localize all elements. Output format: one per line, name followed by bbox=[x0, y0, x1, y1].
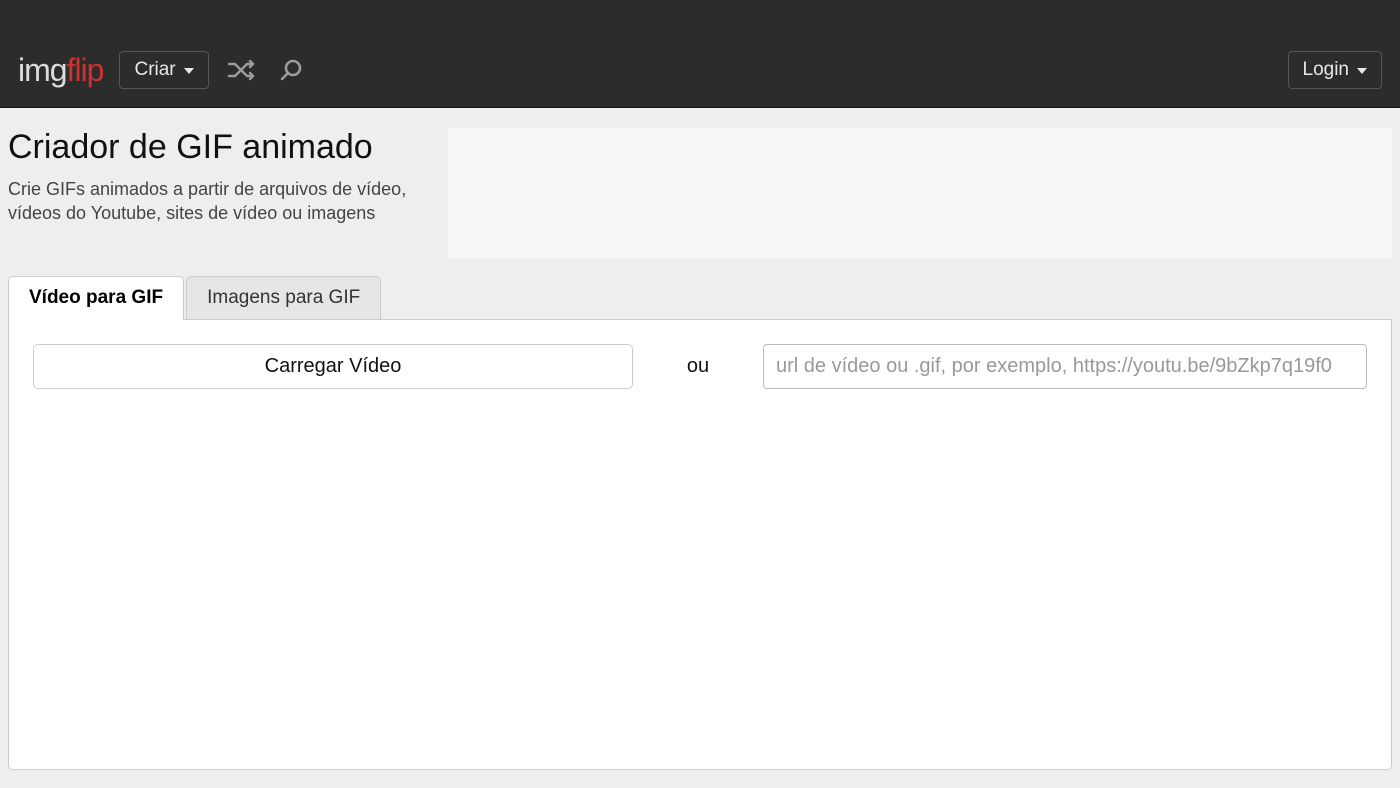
caret-down-icon bbox=[184, 68, 194, 74]
ad-placeholder bbox=[448, 128, 1392, 258]
title-text-block: Criador de GIF animado Crie GIFs animado… bbox=[8, 128, 428, 258]
search-icon[interactable] bbox=[275, 54, 307, 86]
tool-container: Vídeo para GIF Imagens para GIF Carregar… bbox=[8, 276, 1392, 770]
top-nav: imgflip Criar Login bbox=[0, 0, 1400, 108]
tab-bar: Vídeo para GIF Imagens para GIF bbox=[8, 276, 1392, 320]
upload-row: Carregar Vídeo ou bbox=[33, 344, 1367, 389]
shuffle-icon[interactable] bbox=[223, 55, 261, 85]
or-separator: ou bbox=[633, 355, 763, 378]
page-subtitle: Crie GIFs animados a partir de arquivos … bbox=[8, 177, 428, 226]
tab-panel: Carregar Vídeo ou bbox=[8, 320, 1392, 770]
create-button-label: Criar bbox=[134, 59, 175, 81]
tab-label: Imagens para GIF bbox=[207, 287, 360, 308]
caret-down-icon bbox=[1357, 68, 1367, 74]
page-title: Criador de GIF animado bbox=[8, 128, 428, 167]
title-region: Criador de GIF animado Crie GIFs animado… bbox=[0, 108, 1400, 258]
video-url-input[interactable] bbox=[763, 344, 1367, 389]
logo-text-img: img bbox=[18, 52, 67, 89]
nav-left-group: imgflip Criar bbox=[18, 51, 307, 89]
upload-video-button[interactable]: Carregar Vídeo bbox=[33, 344, 633, 389]
tab-video-to-gif[interactable]: Vídeo para GIF bbox=[8, 276, 184, 319]
create-button[interactable]: Criar bbox=[119, 51, 208, 89]
site-logo[interactable]: imgflip bbox=[18, 52, 103, 89]
tab-label: Vídeo para GIF bbox=[29, 287, 163, 308]
login-button-label: Login bbox=[1303, 59, 1350, 81]
login-button[interactable]: Login bbox=[1288, 51, 1383, 89]
logo-text-flip: flip bbox=[67, 52, 104, 89]
nav-right-group: Login bbox=[1288, 51, 1383, 89]
upload-video-label: Carregar Vídeo bbox=[265, 355, 402, 377]
tab-images-to-gif[interactable]: Imagens para GIF bbox=[186, 276, 381, 319]
